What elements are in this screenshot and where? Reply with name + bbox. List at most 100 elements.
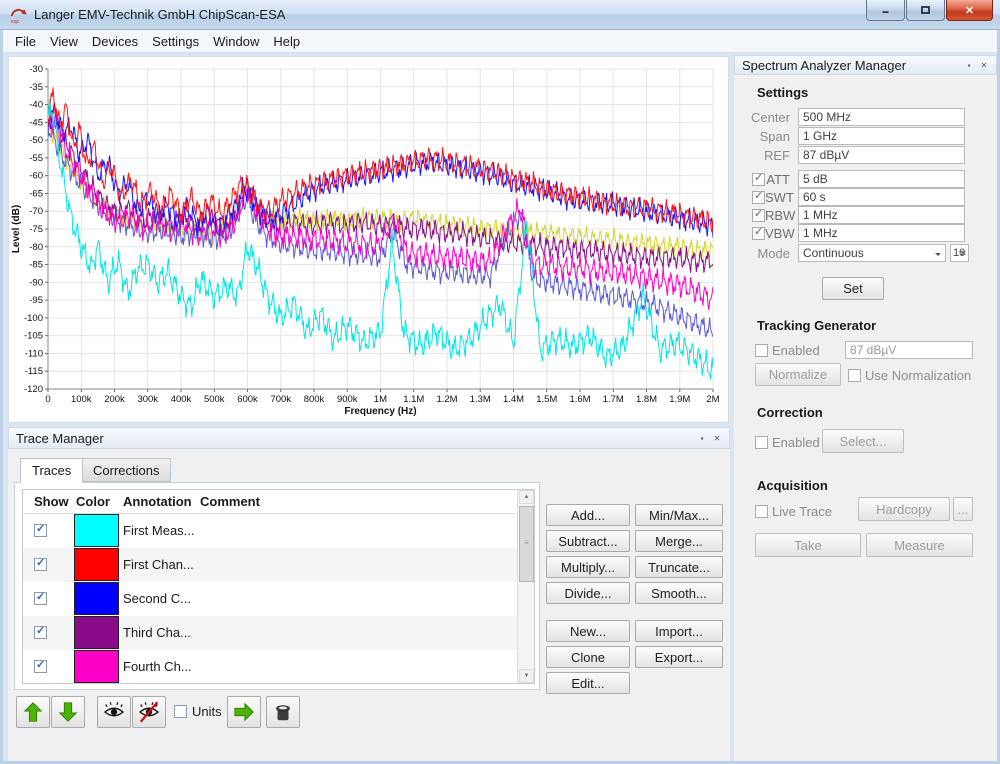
mode-row: Mode Continuous 10 [734,244,969,262]
op-min-max-button[interactable]: Min/Max... [635,504,723,526]
correction-enabled-checkbox[interactable] [755,436,768,449]
hardcopy-button[interactable]: Hardcopy [858,497,950,521]
spectrum-plot: 0100k200k300k400k500k600k700k800k900k1M1… [9,57,728,422]
minimize-button[interactable] [866,0,905,21]
apply-button[interactable] [227,696,261,728]
set-button[interactable]: Set [822,277,884,300]
att-checkbox[interactable] [752,173,765,186]
dock-pin-icon[interactable] [697,433,707,444]
trace-show-checkbox[interactable] [34,558,47,571]
span-field[interactable] [798,127,965,145]
tg-enabled-checkbox[interactable] [755,344,768,357]
close-icon [965,4,974,17]
rbw-checkbox[interactable] [752,209,765,222]
trace-show-checkbox[interactable] [34,592,47,605]
tab-corrections[interactable]: Corrections [81,458,171,482]
correction-select-button[interactable]: Select... [822,429,904,453]
tab-traces[interactable]: Traces [20,458,83,483]
menu-settings[interactable]: Settings [145,31,206,52]
op-multiply-button[interactable]: Multiply... [546,556,630,578]
op-export-button[interactable]: Export... [635,646,723,668]
trace-show-checkbox[interactable] [34,524,47,537]
normalize-button[interactable]: Normalize [755,363,841,386]
op-merge-button[interactable]: Merge... [635,530,723,552]
mode-count-spinner[interactable]: 10 [950,244,969,262]
rbw-field[interactable] [798,206,965,224]
swt-checkbox[interactable] [752,191,765,204]
x-axis-label: Frequency (Hz) [344,406,416,417]
svg-text:-35: -35 [29,82,43,93]
ref-field[interactable] [798,146,965,164]
live-trace-checkbox[interactable] [755,505,768,518]
svg-text:1.1M: 1.1M [403,394,424,405]
mode-combo[interactable]: Continuous [798,244,946,262]
hide-all-button[interactable] [132,696,166,728]
trace-color-swatch[interactable] [74,582,119,615]
op-subtract-button[interactable]: Subtract... [546,530,630,552]
menu-view[interactable]: View [43,31,85,52]
close-button[interactable] [946,0,993,21]
swt-row: SWT [734,188,965,206]
vbw-field[interactable] [798,224,965,242]
take-button[interactable]: Take [755,533,861,557]
trace-show-checkbox[interactable] [34,626,47,639]
ref-row: REF [734,146,965,164]
acquisition-heading: Acquisition [757,478,828,493]
att-label: ATT [765,172,798,187]
menu-help[interactable]: Help [266,31,307,52]
spectrum-analyzer-manager-title: Spectrum Analyzer Manager [742,58,906,73]
trace-color-swatch[interactable] [74,548,119,581]
tg-level-field[interactable] [845,341,973,359]
op-truncate-button[interactable]: Truncate... [635,556,723,578]
scroll-down-arrow[interactable]: ▼ [519,669,534,683]
trace-row[interactable]: Fourth Ch... [23,650,518,683]
move-up-button[interactable] [16,696,50,728]
menu-devices[interactable]: Devices [85,31,145,52]
units-checkbox[interactable] [174,705,187,718]
maximize-button[interactable] [906,0,945,21]
swt-field[interactable] [798,188,965,206]
vbw-label: VBW [765,226,798,241]
vbw-checkbox[interactable] [752,227,765,240]
trace-show-checkbox[interactable] [34,660,47,673]
trace-manager-title: Trace Manager [16,431,104,446]
trace-row-list: First Meas...First Chan...Second C...Thi… [23,514,518,683]
dock-close-icon[interactable] [979,60,989,71]
trace-row[interactable]: First Chan... [23,548,518,582]
hardcopy-more-button[interactable]: ... [953,497,973,521]
op-add-button[interactable]: Add... [546,504,630,526]
op-import-button[interactable]: Import... [635,620,723,642]
y-axis-label: Level (dB) [11,205,22,253]
use-normalization-checkbox[interactable] [848,369,861,382]
mode-label: Mode [734,246,798,261]
center-field[interactable] [798,108,965,126]
op-edit-button[interactable]: Edit... [546,672,630,694]
trace-table-scrollbar[interactable]: ▲ ≡ ▼ [517,490,534,683]
trace-row[interactable]: Third Cha... [23,616,518,650]
op-clone-button[interactable]: Clone [546,646,630,668]
svg-text:400k: 400k [171,394,192,405]
trace-color-swatch[interactable] [74,650,119,683]
delete-trash-icon [272,701,294,723]
show-all-button[interactable] [97,696,131,728]
op-new-button[interactable]: New... [546,620,630,642]
delete-trace-button[interactable] [266,696,300,728]
dock-close-icon[interactable] [712,433,722,444]
center-label: Center [734,110,798,125]
att-field[interactable] [798,170,965,188]
trace-row[interactable]: Second C... [23,582,518,616]
trace-color-swatch[interactable] [74,616,119,649]
menu-window[interactable]: Window [206,31,266,52]
svg-text:-55: -55 [29,153,43,164]
op-divide-button[interactable]: Divide... [546,582,630,604]
menu-file[interactable]: File [8,31,43,52]
scroll-thumb[interactable]: ≡ [519,506,534,582]
dock-pin-icon[interactable] [964,60,974,71]
trace-row[interactable]: First Meas... [23,514,518,548]
measure-button[interactable]: Measure [866,533,973,557]
move-down-button[interactable] [51,696,85,728]
trace-color-swatch[interactable] [74,514,119,547]
op-smooth-button[interactable]: Smooth... [635,582,723,604]
scroll-up-arrow[interactable]: ▲ [519,490,534,504]
svg-text:-60: -60 [29,171,43,182]
